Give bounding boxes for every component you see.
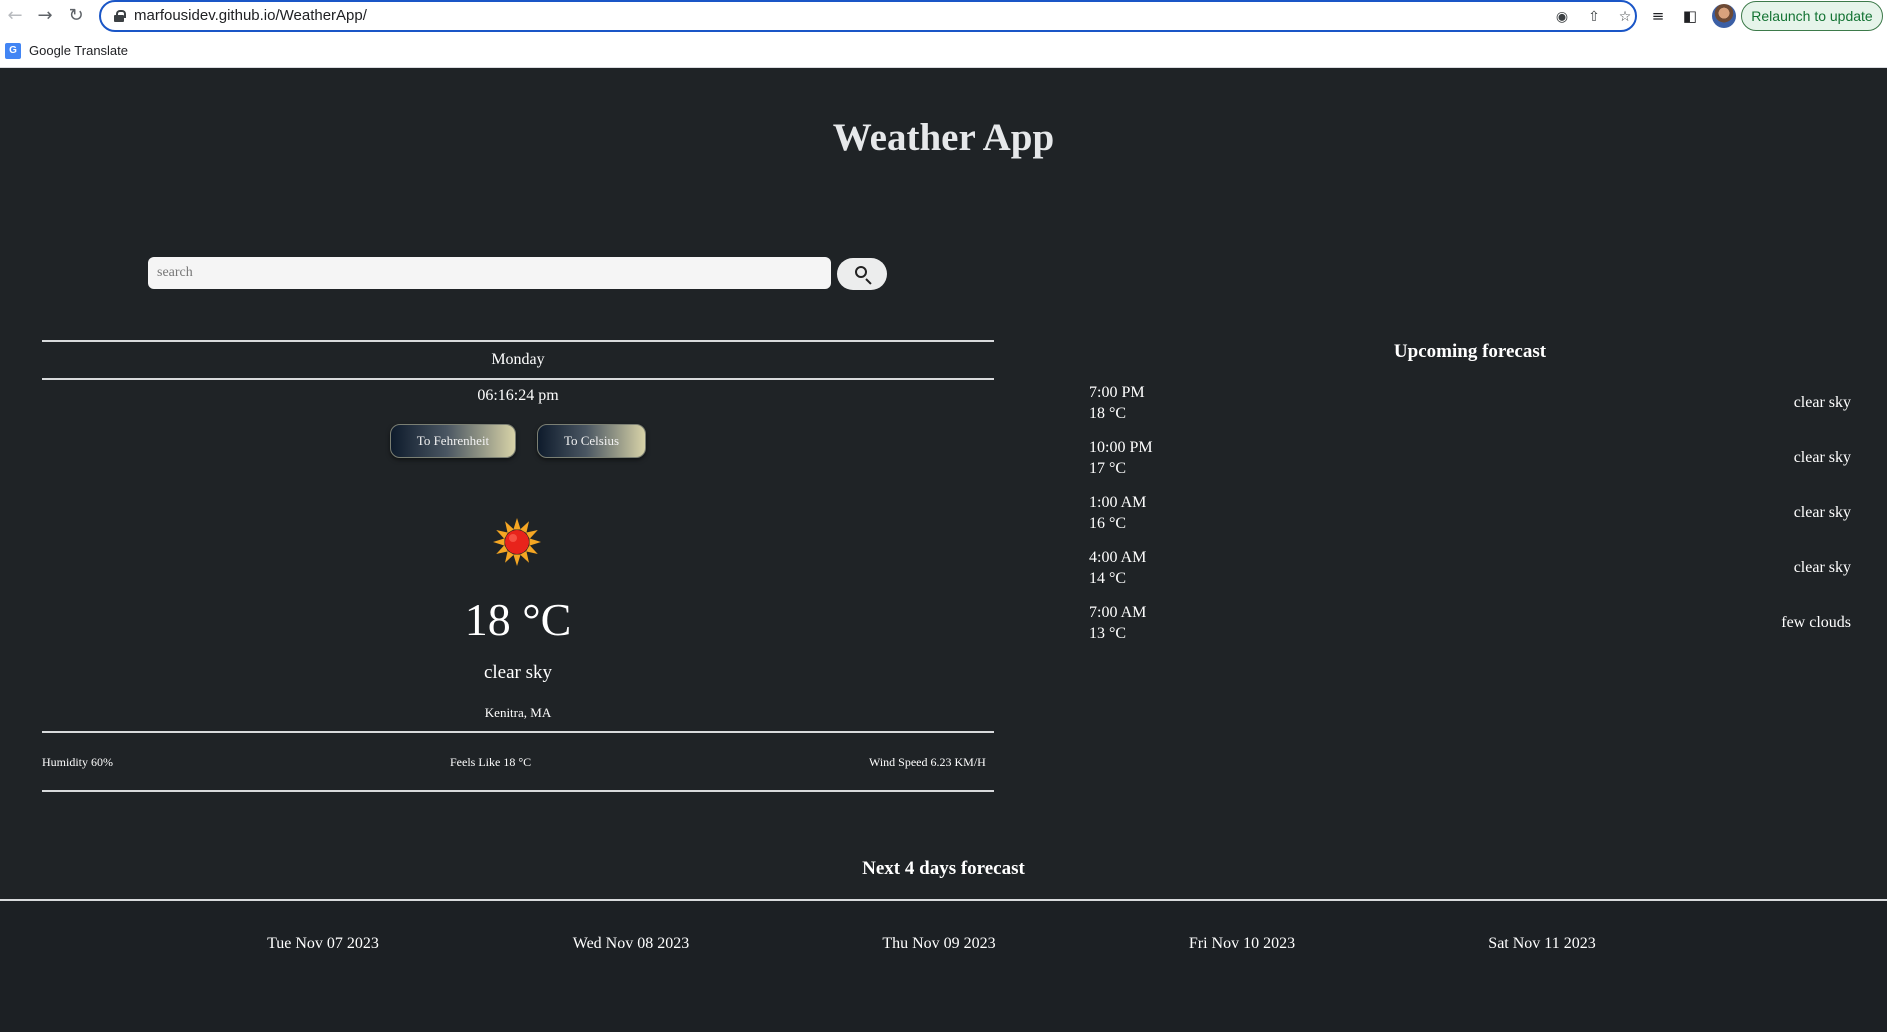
- forecast-time: 4:00 AM: [1089, 549, 1147, 566]
- forecast-desc: clear sky: [1793, 504, 1851, 521]
- forecast-desc: clear sky: [1793, 394, 1851, 411]
- search-icon: [855, 266, 867, 278]
- google-translate-icon[interactable]: G: [5, 43, 21, 59]
- bookmark-star-icon[interactable]: ☆: [1615, 7, 1635, 27]
- divider: [42, 731, 994, 733]
- current-description: clear sky: [483, 662, 553, 683]
- forecast-day: Fri Nov 10 2023: [1188, 935, 1296, 952]
- forecast-temp: 13 °C: [1089, 625, 1127, 642]
- forward-arrow-icon[interactable]: →: [32, 4, 58, 28]
- wind-speed-stat: Wind Speed 6.23 KM/H: [869, 755, 986, 769]
- forecast-temp: 17 °C: [1089, 460, 1127, 477]
- next-days-title: Next 4 days forecast: [862, 858, 1025, 879]
- bookmark-google-translate[interactable]: Google Translate: [29, 43, 128, 58]
- forecast-row: 7:00 PM 18 °C clear sky: [1089, 384, 1851, 428]
- search-input[interactable]: [148, 257, 831, 289]
- forecast-desc: few clouds: [1781, 614, 1851, 631]
- reload-icon[interactable]: ↻: [63, 4, 89, 28]
- current-day: Monday: [491, 351, 545, 368]
- upcoming-forecast-title: Upcoming forecast: [1393, 341, 1547, 362]
- share-icon[interactable]: ⇧: [1584, 7, 1604, 27]
- forecast-row: 4:00 AM 14 °C clear sky: [1089, 549, 1851, 593]
- sun-ray: [493, 538, 505, 546]
- next-days-strip: Tue Nov 07 2023 Wed Nov 08 2023 Thu Nov …: [0, 899, 1887, 1032]
- sun-ray: [513, 554, 521, 566]
- forecast-day: Tue Nov 07 2023: [267, 935, 379, 952]
- forecast-time: 1:00 AM: [1089, 494, 1147, 511]
- sun-icon: [493, 518, 541, 566]
- address-bar[interactable]: marfousidev.github.io/WeatherApp/ ◉ ⇧ ☆: [99, 0, 1637, 32]
- browser-toolbar: ← → ↻ marfousidev.github.io/WeatherApp/ …: [0, 0, 1887, 34]
- forecast-row: 7:00 AM 13 °C few clouds: [1089, 604, 1851, 648]
- side-panel-icon[interactable]: ◧: [1678, 4, 1702, 28]
- divider: [42, 378, 994, 380]
- sun-ray: [529, 538, 541, 546]
- url-text[interactable]: marfousidev.github.io/WeatherApp/: [134, 7, 367, 24]
- forecast-temp: 16 °C: [1089, 515, 1127, 532]
- forecast-day: Wed Nov 08 2023: [572, 935, 690, 952]
- forecast-day: Thu Nov 09 2023: [882, 935, 996, 952]
- relaunch-button[interactable]: Relaunch to update: [1741, 1, 1883, 31]
- forecast-time: 7:00 AM: [1089, 604, 1147, 621]
- forecast-time: 10:00 PM: [1089, 439, 1153, 456]
- forecast-desc: clear sky: [1793, 559, 1851, 576]
- weather-app-page: Weather App Monday 06:16:24 pm To Fehren…: [0, 69, 1887, 1032]
- city-name: Kenitra, MA: [484, 705, 552, 720]
- to-fahrenheit-button[interactable]: To Fehrenheit: [390, 424, 516, 458]
- forecast-desc: clear sky: [1793, 449, 1851, 466]
- feels-like-stat: Feels Like 18 °C: [450, 755, 532, 769]
- lock-icon[interactable]: [114, 10, 126, 22]
- forecast-time: 7:00 PM: [1089, 384, 1145, 401]
- location-pin-icon[interactable]: ◉: [1552, 7, 1572, 27]
- current-temperature: 18 °C: [464, 594, 572, 645]
- current-time: 06:16:24 pm: [477, 387, 559, 404]
- profile-avatar[interactable]: [1712, 4, 1736, 28]
- forecast-temp: 14 °C: [1089, 570, 1127, 587]
- divider: [42, 340, 994, 342]
- to-celsius-button[interactable]: To Celsius: [537, 424, 646, 458]
- humidity-stat: Humidity 60%: [42, 755, 113, 769]
- forecast-row: 1:00 AM 16 °C clear sky: [1089, 494, 1851, 538]
- search-button[interactable]: [837, 258, 887, 290]
- back-arrow-icon[interactable]: ←: [2, 4, 28, 28]
- page-title: Weather App: [832, 116, 1055, 159]
- forecast-temp: 18 °C: [1089, 405, 1127, 422]
- divider: [42, 790, 994, 792]
- reading-list-icon[interactable]: ≡: [1646, 4, 1670, 28]
- forecast-day: Sat Nov 11 2023: [1488, 935, 1596, 952]
- forecast-row: 10:00 PM 17 °C clear sky: [1089, 439, 1851, 483]
- sun-ray: [513, 518, 521, 530]
- bookmarks-bar: G Google Translate: [0, 34, 1887, 68]
